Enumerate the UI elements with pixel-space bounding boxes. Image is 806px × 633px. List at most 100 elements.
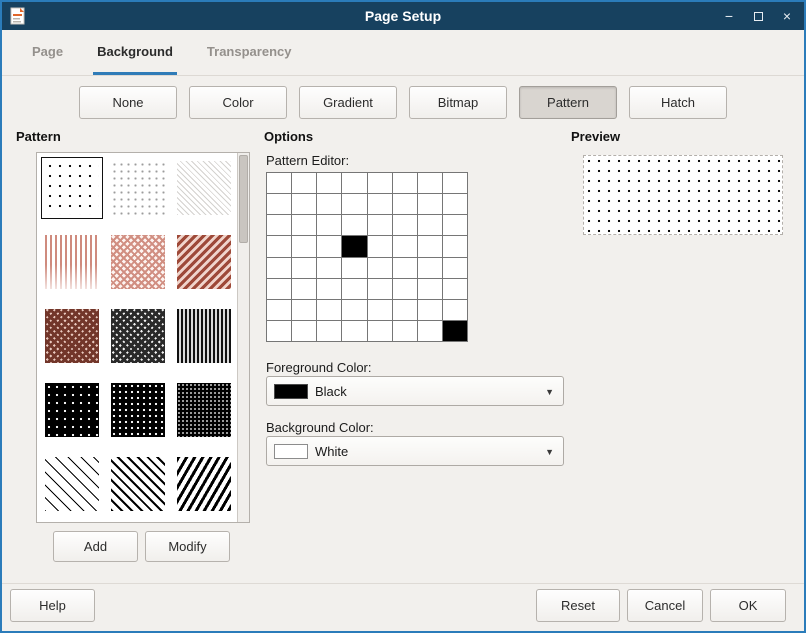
pattern-editor-cell-6-1[interactable] (292, 300, 316, 320)
pattern-editor-cell-0-2[interactable] (317, 173, 341, 193)
background-color-dropdown[interactable]: White ▼ (266, 436, 564, 466)
pattern-editor-grid[interactable] (266, 172, 468, 342)
pattern-editor-cell-1-4[interactable] (368, 194, 392, 214)
pattern-swatch-crosshatch-dark[interactable] (107, 305, 169, 367)
pattern-editor-cell-1-5[interactable] (393, 194, 417, 214)
pattern-editor-cell-7-7[interactable] (443, 321, 467, 341)
pattern-swatch-diagonal-medium[interactable] (107, 453, 169, 515)
pattern-editor-cell-2-0[interactable] (267, 215, 291, 235)
ok-button[interactable]: OK (710, 589, 786, 622)
pattern-editor-cell-0-3[interactable] (342, 173, 366, 193)
pattern-editor-cell-0-4[interactable] (368, 173, 392, 193)
pattern-editor-cell-2-4[interactable] (368, 215, 392, 235)
pattern-editor-cell-5-2[interactable] (317, 279, 341, 299)
pattern-editor-cell-5-0[interactable] (267, 279, 291, 299)
pattern-editor-cell-6-7[interactable] (443, 300, 467, 320)
pattern-editor-cell-1-6[interactable] (418, 194, 442, 214)
pattern-swatch-black-dots-fine[interactable] (173, 379, 235, 441)
pattern-editor-cell-3-6[interactable] (418, 236, 442, 256)
pattern-editor-cell-2-3[interactable] (342, 215, 366, 235)
pattern-editor-cell-2-1[interactable] (292, 215, 316, 235)
pattern-editor-cell-7-1[interactable] (292, 321, 316, 341)
pattern-editor-cell-4-5[interactable] (393, 258, 417, 278)
pattern-editor-cell-4-1[interactable] (292, 258, 316, 278)
tab-transparency[interactable]: Transparency (203, 30, 296, 75)
pattern-editor-cell-4-4[interactable] (368, 258, 392, 278)
tab-background[interactable]: Background (93, 30, 177, 75)
pattern-list[interactable] (36, 152, 250, 523)
fill-gradient-button[interactable]: Gradient (299, 86, 397, 119)
fill-color-button[interactable]: Color (189, 86, 287, 119)
pattern-editor-cell-7-3[interactable] (342, 321, 366, 341)
pattern-editor-cell-0-7[interactable] (443, 173, 467, 193)
pattern-swatch-dots-sparse[interactable] (41, 157, 103, 219)
pattern-editor-cell-2-5[interactable] (393, 215, 417, 235)
pattern-editor-cell-6-4[interactable] (368, 300, 392, 320)
minimize-button[interactable]: − (722, 2, 736, 30)
fill-hatch-button[interactable]: Hatch (629, 86, 727, 119)
restore-button[interactable] (751, 2, 765, 30)
pattern-editor-cell-7-0[interactable] (267, 321, 291, 341)
reset-button[interactable]: Reset (536, 589, 620, 622)
pattern-editor-cell-6-0[interactable] (267, 300, 291, 320)
pattern-editor-cell-4-3[interactable] (342, 258, 366, 278)
pattern-swatch-diagonal-red[interactable] (173, 231, 235, 293)
pattern-editor-cell-1-0[interactable] (267, 194, 291, 214)
pattern-editor-cell-2-7[interactable] (443, 215, 467, 235)
pattern-editor-cell-4-6[interactable] (418, 258, 442, 278)
pattern-editor-cell-5-4[interactable] (368, 279, 392, 299)
pattern-swatch-crosshatch-light-red[interactable] (107, 231, 169, 293)
fill-none-button[interactable]: None (79, 86, 177, 119)
pattern-swatch-dots-faint[interactable] (107, 157, 169, 219)
pattern-editor-cell-4-0[interactable] (267, 258, 291, 278)
pattern-editor-cell-7-5[interactable] (393, 321, 417, 341)
pattern-editor-cell-6-2[interactable] (317, 300, 341, 320)
pattern-editor-cell-2-2[interactable] (317, 215, 341, 235)
help-button[interactable]: Help (10, 589, 95, 622)
pattern-editor-cell-6-3[interactable] (342, 300, 366, 320)
pattern-editor-cell-5-7[interactable] (443, 279, 467, 299)
pattern-swatch-black-dots-sparse[interactable] (41, 379, 103, 441)
pattern-swatch-vertical-dense-dark[interactable] (173, 305, 235, 367)
pattern-editor-cell-5-5[interactable] (393, 279, 417, 299)
pattern-editor-cell-3-4[interactable] (368, 236, 392, 256)
pattern-editor-cell-0-6[interactable] (418, 173, 442, 193)
fill-pattern-button[interactable]: Pattern (519, 86, 617, 119)
fill-bitmap-button[interactable]: Bitmap (409, 86, 507, 119)
pattern-swatch-crosshatch-maroon[interactable] (41, 305, 103, 367)
pattern-editor-cell-3-2[interactable] (317, 236, 341, 256)
pattern-editor-cell-7-6[interactable] (418, 321, 442, 341)
pattern-swatch-black-dots-medium[interactable] (107, 379, 169, 441)
pattern-editor-cell-1-2[interactable] (317, 194, 341, 214)
pattern-editor-cell-6-6[interactable] (418, 300, 442, 320)
pattern-editor-cell-1-7[interactable] (443, 194, 467, 214)
pattern-editor-cell-3-7[interactable] (443, 236, 467, 256)
pattern-editor-cell-2-6[interactable] (418, 215, 442, 235)
modify-button[interactable]: Modify (145, 531, 230, 562)
pattern-editor-cell-1-1[interactable] (292, 194, 316, 214)
pattern-editor-cell-3-1[interactable] (292, 236, 316, 256)
pattern-editor-cell-0-1[interactable] (292, 173, 316, 193)
pattern-editor-cell-5-6[interactable] (418, 279, 442, 299)
scrollbar-thumb[interactable] (239, 155, 248, 243)
pattern-editor-cell-4-2[interactable] (317, 258, 341, 278)
pattern-editor-cell-3-3[interactable] (342, 236, 366, 256)
pattern-swatch-diagonal-thin[interactable] (41, 453, 103, 515)
pattern-editor-cell-4-7[interactable] (443, 258, 467, 278)
pattern-editor-cell-7-4[interactable] (368, 321, 392, 341)
pattern-swatch-diagonal-faint[interactable] (173, 157, 235, 219)
pattern-editor-cell-5-1[interactable] (292, 279, 316, 299)
pattern-editor-cell-6-5[interactable] (393, 300, 417, 320)
pattern-editor-cell-1-3[interactable] (342, 194, 366, 214)
pattern-editor-cell-7-2[interactable] (317, 321, 341, 341)
foreground-color-dropdown[interactable]: Black ▼ (266, 376, 564, 406)
pattern-editor-cell-3-0[interactable] (267, 236, 291, 256)
pattern-swatch-diagonal-dense[interactable] (173, 453, 235, 515)
pattern-list-scrollbar[interactable] (237, 153, 249, 522)
close-button[interactable]: × (780, 2, 794, 30)
add-button[interactable]: Add (53, 531, 138, 562)
pattern-swatch-vertical-light-red[interactable] (41, 231, 103, 293)
cancel-button[interactable]: Cancel (627, 589, 703, 622)
pattern-editor-cell-3-5[interactable] (393, 236, 417, 256)
pattern-editor-cell-5-3[interactable] (342, 279, 366, 299)
